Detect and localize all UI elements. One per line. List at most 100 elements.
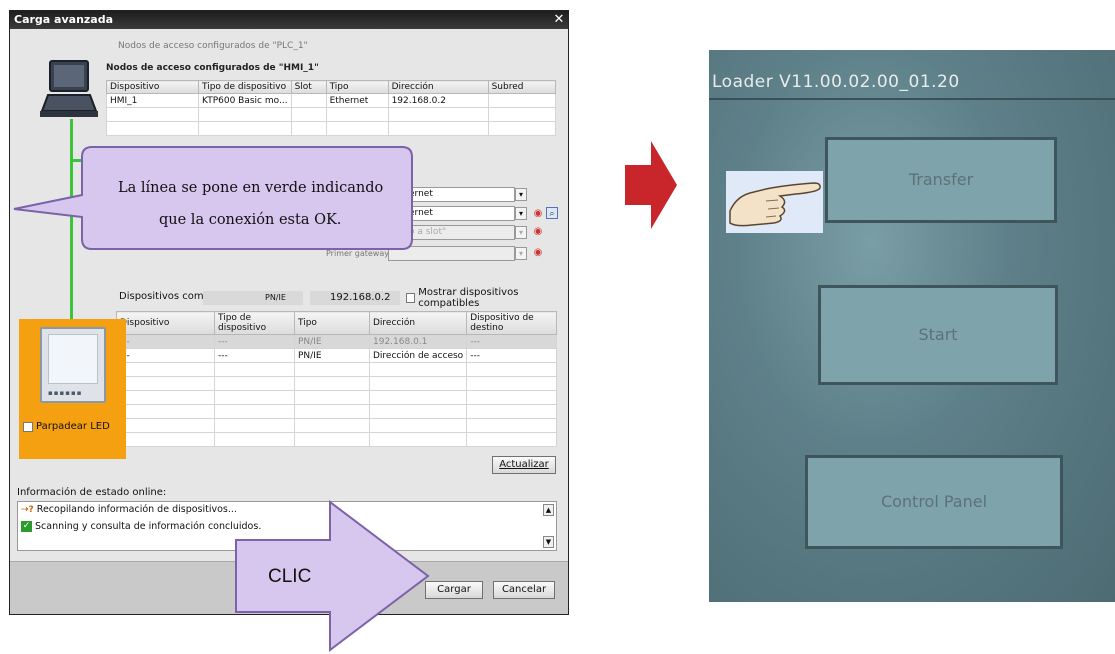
table-cell	[214, 390, 295, 405]
table-cell	[290, 121, 327, 136]
table-cell: 192.168.0.1	[368, 334, 468, 349]
table-cell	[387, 107, 489, 122]
table-cell	[198, 121, 292, 136]
col-header[interactable]: Subred	[487, 80, 557, 94]
hmi-keys: ▪▪▪▪▪▪	[48, 389, 83, 397]
interface-select[interactable]: ernet	[405, 206, 515, 221]
blink-led-checkbox[interactable]	[23, 421, 33, 432]
control-panel-button[interactable]: Control Panel	[805, 455, 1063, 549]
table-cell: ---	[116, 334, 215, 349]
table-cell	[294, 418, 370, 433]
table-cell	[487, 107, 557, 122]
status-line: ⇢? Recopilando información de dispositiv…	[21, 504, 237, 515]
table-row[interactable]	[106, 121, 557, 136]
table-row[interactable]: --- --- PN/IE Dirección de acceso ---	[116, 348, 557, 363]
table-cell: ---	[214, 334, 295, 349]
show-compatible-toggle[interactable]: Mostrar dispositivos compatibles	[406, 287, 568, 309]
col-header[interactable]: Slot	[290, 80, 327, 94]
table-cell	[466, 390, 557, 405]
dialog-titlebar: Carga avanzada ✕	[10, 11, 568, 29]
close-icon[interactable]: ✕	[552, 12, 566, 27]
refresh-button[interactable]: Actualizar	[492, 456, 556, 474]
red-arrow-icon	[625, 141, 677, 229]
compatible-devices-table: Dispositivo Tipo de dispositivo Tipo Dir…	[116, 311, 557, 447]
table-cell	[294, 362, 370, 377]
transfer-button[interactable]: Transfer	[825, 137, 1057, 223]
network-status-icon[interactable]: ◉	[532, 247, 544, 259]
hmi-device-panel: ▪▪▪▪▪▪ Parpadear LED	[19, 319, 126, 459]
network-status-icon[interactable]: ◉	[532, 208, 544, 220]
cancel-label: Cancelar	[501, 584, 547, 595]
table-cell	[368, 404, 468, 419]
table-cell	[294, 390, 370, 405]
table-row[interactable]: --- --- PN/IE 192.168.0.1 ---	[116, 334, 557, 349]
table-cell	[368, 376, 468, 391]
table-row[interactable]	[116, 432, 557, 447]
chevron-down-icon[interactable]: ▾	[515, 188, 527, 201]
start-label: Start	[918, 325, 958, 344]
table-cell	[290, 93, 327, 108]
dialog-title: Carga avanzada	[14, 13, 114, 26]
table-cell	[116, 418, 215, 433]
hmi-photo: Loader V11.00.02.00_01.20 Transfer Start…	[709, 50, 1115, 602]
network-status-icon[interactable]: ◉	[532, 226, 544, 238]
col-header[interactable]: Dirección	[387, 80, 489, 94]
table-cell	[198, 107, 292, 122]
col-header[interactable]: Tipo	[294, 311, 370, 335]
table-cell: Ethernet	[325, 93, 389, 108]
chevron-down-icon[interactable]: ▾	[515, 207, 527, 220]
table-cell	[368, 432, 468, 447]
table-cell	[466, 432, 557, 447]
table-row[interactable]	[116, 362, 557, 377]
table-row[interactable]	[106, 107, 557, 122]
table-cell: ---	[466, 334, 557, 349]
table-row[interactable]	[116, 376, 557, 391]
scroll-down-icon[interactable]: ▼	[543, 536, 554, 548]
table-cell	[368, 390, 468, 405]
status-line: ✓ Scanning y consulta de información con…	[21, 521, 261, 532]
col-header[interactable]: Tipo de dispositivo	[214, 311, 295, 335]
blink-led-toggle[interactable]: Parpadear LED	[23, 421, 110, 432]
start-button[interactable]: Start	[818, 285, 1058, 385]
cancel-button[interactable]: Cancelar	[493, 581, 555, 599]
callout-line-1: La línea se pone en verde indicando	[118, 180, 384, 196]
table-row[interactable]: HMI_1 KTP600 Basic mo... Ethernet 192.16…	[106, 93, 557, 108]
table-cell: KTP600 Basic mo...	[198, 93, 292, 108]
table-cell	[290, 107, 327, 122]
col-header[interactable]: Dirección	[368, 311, 468, 335]
blink-led-label: Parpadear LED	[36, 421, 110, 432]
table-cell	[325, 107, 389, 122]
interface-type-select[interactable]: ernet	[405, 187, 515, 202]
table-cell	[325, 121, 389, 136]
table-cell	[116, 362, 215, 377]
table-cell	[368, 362, 468, 377]
compatible-address-value: 192.168.0.2	[310, 291, 400, 305]
slot-select[interactable]: o a slot"	[405, 225, 515, 240]
table-row[interactable]	[116, 404, 557, 419]
chevron-down-icon[interactable]: ▾	[515, 226, 527, 239]
pointing-hand-icon	[726, 171, 823, 233]
col-header[interactable]: Dispositivo	[106, 80, 199, 94]
col-header[interactable]: Dispositivo	[116, 311, 215, 335]
configured-nodes-heading: Nodos de acceso configurados de "HMI_1"	[106, 63, 319, 73]
properties-icon[interactable]: ⌕	[546, 207, 558, 219]
table-row[interactable]	[116, 390, 557, 405]
table-cell: ---	[466, 348, 557, 363]
clic-label: CLIC	[268, 566, 312, 587]
callout-line-2: que la conexión esta OK.	[159, 212, 342, 228]
configured-nodes-table: Dispositivo Tipo de dispositivo Slot Tip…	[106, 80, 557, 136]
table-cell	[106, 107, 199, 122]
table-cell	[466, 362, 557, 377]
col-header[interactable]: Tipo	[325, 80, 389, 94]
col-header[interactable]: Dispositivo de destino	[466, 311, 557, 335]
table-cell	[214, 376, 295, 391]
table-cell	[214, 418, 295, 433]
load-label: Cargar	[437, 584, 471, 595]
table-cell: 192.168.0.2	[387, 93, 489, 108]
col-header[interactable]: Tipo de dispositivo	[198, 80, 292, 94]
scroll-up-icon[interactable]: ▲	[543, 504, 554, 516]
compatible-devices-label: Dispositivos compa	[119, 291, 217, 302]
table-row[interactable]	[116, 418, 557, 433]
chevron-down-icon[interactable]: ▾	[515, 247, 527, 260]
show-compatible-checkbox[interactable]	[406, 293, 416, 303]
